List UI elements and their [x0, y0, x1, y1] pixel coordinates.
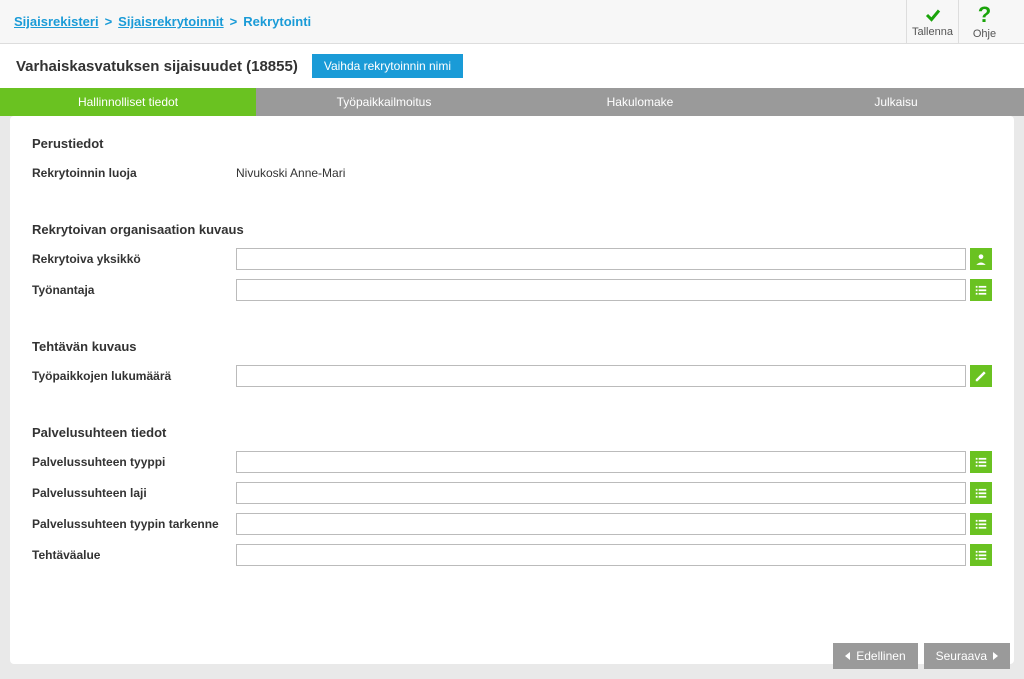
- employer-picker-button[interactable]: [970, 279, 992, 301]
- count-edit-button[interactable]: [970, 365, 992, 387]
- section-employment-title: Palvelusuhteen tiedot: [32, 425, 992, 440]
- triangle-left-icon: [845, 652, 850, 660]
- employer-input[interactable]: [236, 279, 966, 301]
- tab-job-posting[interactable]: Työpaikkailmoitus: [256, 88, 512, 116]
- question-icon: ?: [978, 4, 991, 26]
- creator-value: Nivukoski Anne-Mari: [236, 166, 345, 180]
- field-row-emp-type: Palvelussuhteen tyyppi: [32, 450, 992, 474]
- section-basic-title: Perustiedot: [32, 136, 992, 151]
- emp-kind-picker-button[interactable]: [970, 482, 992, 504]
- content-panel: Perustiedot Rekrytoinnin luoja Nivukoski…: [10, 116, 1014, 664]
- breadcrumb-sep-icon: >: [230, 14, 238, 29]
- emp-kind-input[interactable]: [236, 482, 966, 504]
- unit-picker-button[interactable]: [970, 248, 992, 270]
- field-row-unit: Rekrytoiva yksikkö: [32, 247, 992, 271]
- triangle-right-icon: [993, 652, 998, 660]
- save-button[interactable]: Tallenna: [906, 0, 958, 43]
- unit-label: Rekrytoiva yksikkö: [32, 252, 236, 266]
- breadcrumb-sep-icon: >: [105, 14, 113, 29]
- page-title: Varhaiskasvatuksen sijaisuudet (18855): [16, 58, 298, 75]
- breadcrumb: Sijaisrekisteri > Sijaisrekrytoinnit > R…: [14, 14, 311, 29]
- save-label: Tallenna: [912, 26, 953, 38]
- emp-type-spec-label: Palvelussuhteen tyypin tarkenne: [32, 517, 236, 531]
- list-icon: [974, 486, 988, 500]
- emp-area-label: Tehtäväalue: [32, 548, 236, 562]
- field-row-emp-area: Tehtäväalue: [32, 543, 992, 567]
- breadcrumb-link-1[interactable]: Sijaisrekrytoinnit: [118, 14, 223, 29]
- list-icon: [974, 283, 988, 297]
- emp-type-spec-input[interactable]: [236, 513, 966, 535]
- emp-type-input[interactable]: [236, 451, 966, 473]
- emp-area-picker-button[interactable]: [970, 544, 992, 566]
- person-icon: [974, 252, 988, 266]
- pencil-icon: [974, 369, 988, 383]
- help-label: Ohje: [973, 28, 996, 40]
- breadcrumb-current: Rekrytointi: [243, 14, 311, 29]
- title-row: Varhaiskasvatuksen sijaisuudet (18855) V…: [0, 44, 1024, 88]
- tabs: Hallinnolliset tiedot Työpaikkailmoitus …: [0, 88, 1024, 116]
- count-input[interactable]: [236, 365, 966, 387]
- field-row-creator: Rekrytoinnin luoja Nivukoski Anne-Mari: [32, 161, 992, 185]
- header-bar: Sijaisrekisteri > Sijaisrekrytoinnit > R…: [0, 0, 1024, 44]
- prev-button[interactable]: Edellinen: [833, 643, 917, 669]
- checkmark-icon: [924, 6, 942, 24]
- rename-recruitment-button[interactable]: Vaihda rekrytoinnin nimi: [312, 54, 463, 78]
- tab-application-form[interactable]: Hakulomake: [512, 88, 768, 116]
- help-button[interactable]: ? Ohje: [958, 0, 1010, 43]
- footer-buttons: Edellinen Seuraava: [833, 643, 1010, 669]
- employer-label: Työnantaja: [32, 283, 236, 297]
- emp-kind-label: Palvelussuhteen laji: [32, 486, 236, 500]
- section-org-title: Rekrytoivan organisaation kuvaus: [32, 222, 992, 237]
- field-row-employer: Työnantaja: [32, 278, 992, 302]
- unit-input[interactable]: [236, 248, 966, 270]
- field-row-count: Työpaikkojen lukumäärä: [32, 364, 992, 388]
- next-label: Seuraava: [936, 649, 987, 663]
- emp-area-input[interactable]: [236, 544, 966, 566]
- count-label: Työpaikkojen lukumäärä: [32, 369, 236, 383]
- breadcrumb-link-0[interactable]: Sijaisrekisteri: [14, 14, 99, 29]
- field-row-emp-kind: Palvelussuhteen laji: [32, 481, 992, 505]
- list-icon: [974, 517, 988, 531]
- creator-label: Rekrytoinnin luoja: [32, 166, 236, 180]
- field-row-emp-type-spec: Palvelussuhteen tyypin tarkenne: [32, 512, 992, 536]
- section-task-title: Tehtävän kuvaus: [32, 339, 992, 354]
- tab-publishing[interactable]: Julkaisu: [768, 88, 1024, 116]
- next-button[interactable]: Seuraava: [924, 643, 1010, 669]
- list-icon: [974, 548, 988, 562]
- list-icon: [974, 455, 988, 469]
- prev-label: Edellinen: [856, 649, 905, 663]
- tab-administrative[interactable]: Hallinnolliset tiedot: [0, 88, 256, 116]
- emp-type-spec-picker-button[interactable]: [970, 513, 992, 535]
- emp-type-label: Palvelussuhteen tyyppi: [32, 455, 236, 469]
- emp-type-picker-button[interactable]: [970, 451, 992, 473]
